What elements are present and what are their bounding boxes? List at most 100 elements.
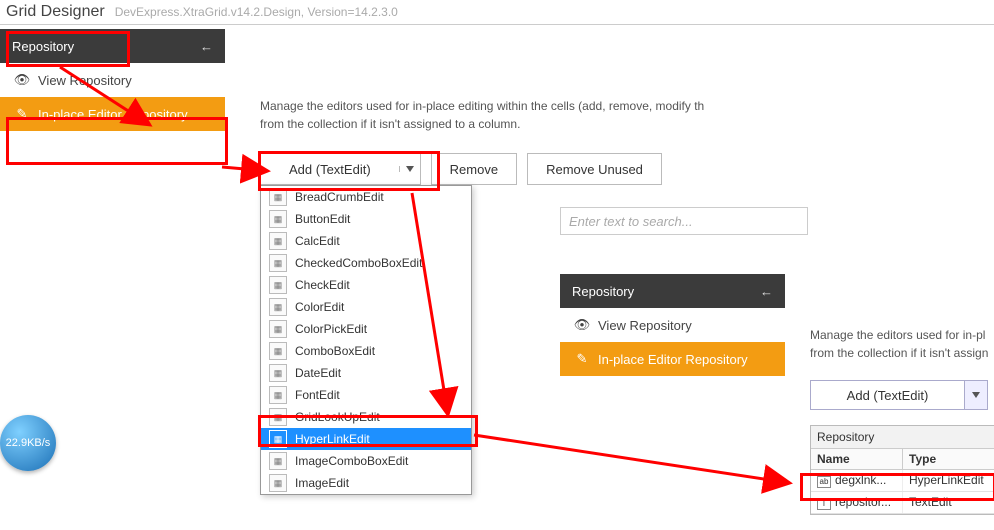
grid-group-header: Repository	[811, 426, 994, 449]
editor-type-label: HyperLinkEdit	[295, 432, 370, 446]
editor-type-label: ImageComboBoxEdit	[295, 454, 408, 468]
title-bar: Grid Designer DevExpress.XtraGrid.v14.2.…	[0, 0, 994, 25]
sidebar-header: Repository ←	[0, 29, 225, 63]
editor-icon: ▦	[269, 298, 287, 316]
editor-type-option[interactable]: ▦ ImageComboBoxEdit	[261, 450, 471, 472]
mini-help-text: Manage the editors used for in-pl from t…	[810, 326, 994, 362]
help-line: Manage the editors used for in-place edi…	[260, 99, 704, 113]
editor-icon: ▦	[269, 188, 287, 206]
sidebar-title: Repository	[12, 39, 74, 54]
editor-type-option[interactable]: ▦ DateEdit	[261, 362, 471, 384]
cell-type: TextEdit	[903, 492, 994, 513]
editor-icon: ▦	[269, 386, 287, 404]
add-dropdown-toggle[interactable]	[399, 166, 420, 172]
chevron-down-icon	[406, 166, 414, 172]
remove-unused-button[interactable]: Remove Unused	[527, 153, 662, 185]
editor-type-option[interactable]: ▦ BreadCrumbEdit	[261, 186, 471, 208]
mini-sidebar-item-view-repository[interactable]: 👁 View Repository	[560, 308, 785, 342]
col-type[interactable]: Type	[903, 449, 994, 469]
search-placeholder: Enter text to search...	[569, 214, 693, 229]
eye-icon: 👁	[14, 72, 30, 88]
mini-sidebar-title: Repository	[572, 284, 634, 299]
sidebar-item-label: In-place Editor Repository	[598, 352, 748, 367]
editor-icon: ▦	[269, 320, 287, 338]
editor-type-label: BreadCrumbEdit	[295, 190, 384, 204]
eye-icon: 👁	[574, 317, 590, 333]
editor-type-label: ButtonEdit	[295, 212, 350, 226]
chevron-down-icon	[972, 392, 980, 398]
repository-grid: Repository Name Type abdegxlnk... HyperL…	[810, 425, 994, 515]
editor-type-label: GridLookUpEdit	[295, 410, 380, 424]
remove-label: Remove	[450, 162, 498, 177]
editor-type-option[interactable]: ▦ GridLookUpEdit	[261, 406, 471, 428]
mini-add-label: Add (TextEdit)	[811, 381, 964, 409]
sidebar: Repository ← 👁 View Repository ✎ In-plac…	[0, 29, 225, 131]
grid-header-row: Name Type	[811, 449, 994, 470]
editor-type-option[interactable]: ▦ HyperLinkEdit	[261, 428, 471, 450]
editor-icon: ▦	[269, 254, 287, 272]
edit-icon: ✎	[14, 106, 30, 122]
app-title: Grid Designer	[6, 3, 105, 21]
remove-unused-label: Remove Unused	[546, 162, 643, 177]
editor-type-label: CalcEdit	[295, 234, 340, 248]
add-button[interactable]: Add (TextEdit)	[260, 153, 421, 185]
add-button-label: Add (TextEdit)	[261, 162, 399, 177]
editor-type-label: ColorPickEdit	[295, 322, 367, 336]
editor-icon: ▦	[269, 408, 287, 426]
mini-sidebar: Repository ← 👁 View Repository ✎ In-plac…	[560, 274, 785, 376]
editor-icon: ▦	[269, 430, 287, 448]
editor-type-option[interactable]: ▦ ImageEdit	[261, 472, 471, 494]
editor-type-option[interactable]: ▦ CalcEdit	[261, 230, 471, 252]
editor-icon: ▦	[269, 452, 287, 470]
col-name[interactable]: Name	[811, 449, 903, 469]
search-input[interactable]: Enter text to search...	[560, 207, 808, 235]
editor-type-label: CheckedComboBoxEdit	[295, 256, 422, 270]
help-line: from the collection if it isn't assigned…	[260, 117, 520, 131]
version-label: DevExpress.XtraGrid.v14.2.Design, Versio…	[115, 5, 398, 19]
editor-type-option[interactable]: ▦ ComboBoxEdit	[261, 340, 471, 362]
mini-sidebar-item-inplace-editor[interactable]: ✎ In-place Editor Repository	[560, 342, 785, 376]
remove-button[interactable]: Remove	[431, 153, 517, 185]
mini-sidebar-header: Repository ←	[560, 274, 785, 308]
editor-type-option[interactable]: ▦ CheckedComboBoxEdit	[261, 252, 471, 274]
edit-icon: ✎	[574, 351, 590, 367]
grid-row[interactable]: Trepositor... TextEdit	[811, 492, 994, 514]
sidebar-item-view-repository[interactable]: 👁 View Repository	[0, 63, 225, 97]
editor-type-label: DateEdit	[295, 366, 341, 380]
editor-type-dropdown: ▦ BreadCrumbEdit ▦ ButtonEdit ▦ CalcEdit ▦ Chec…	[260, 185, 472, 495]
editor-type-label: ColorEdit	[295, 300, 344, 314]
editor-type-label: ImageEdit	[295, 476, 349, 490]
speed-bubble: 22.9KB/s	[0, 415, 56, 471]
editor-icon: ▦	[269, 474, 287, 492]
editor-type-option[interactable]: ▦ ColorPickEdit	[261, 318, 471, 340]
editor-icon: ▦	[269, 210, 287, 228]
textedit-icon: T	[817, 498, 831, 510]
editor-type-label: ComboBoxEdit	[295, 344, 375, 358]
help-text: Manage the editors used for in-place edi…	[260, 97, 780, 133]
editor-type-label: CheckEdit	[295, 278, 350, 292]
hyperlink-icon: ab	[817, 476, 831, 488]
editor-icon: ▦	[269, 232, 287, 250]
editor-icon: ▦	[269, 276, 287, 294]
editor-type-option[interactable]: ▦ CheckEdit	[261, 274, 471, 296]
editor-icon: ▦	[269, 364, 287, 382]
editor-type-option[interactable]: ▦ ButtonEdit	[261, 208, 471, 230]
speed-label: 22.9KB/s	[6, 437, 51, 449]
back-arrow-icon[interactable]: ←	[760, 284, 773, 299]
cell-type: HyperLinkEdit	[903, 470, 994, 491]
mini-add-dropdown-toggle[interactable]	[964, 381, 987, 409]
help-line: from the collection if it isn't assign	[810, 346, 988, 360]
grid-row[interactable]: abdegxlnk... HyperLinkEdit	[811, 470, 994, 492]
sidebar-item-label: In-place Editor Repository	[38, 107, 188, 122]
cell-name: abdegxlnk...	[811, 470, 903, 491]
editor-type-option[interactable]: ▦ ColorEdit	[261, 296, 471, 318]
editor-icon: ▦	[269, 342, 287, 360]
back-arrow-icon[interactable]: ←	[200, 39, 213, 54]
editor-type-option[interactable]: ▦FontEdit	[261, 384, 471, 406]
sidebar-item-inplace-editor[interactable]: ✎ In-place Editor Repository	[0, 97, 225, 131]
mini-add-button[interactable]: Add (TextEdit)	[810, 380, 988, 410]
sidebar-item-label: View Repository	[38, 73, 132, 88]
cell-name: Trepositor...	[811, 492, 903, 513]
toolbar: Add (TextEdit) Remove Remove Unused	[260, 153, 662, 185]
sidebar-item-label: View Repository	[598, 318, 692, 333]
